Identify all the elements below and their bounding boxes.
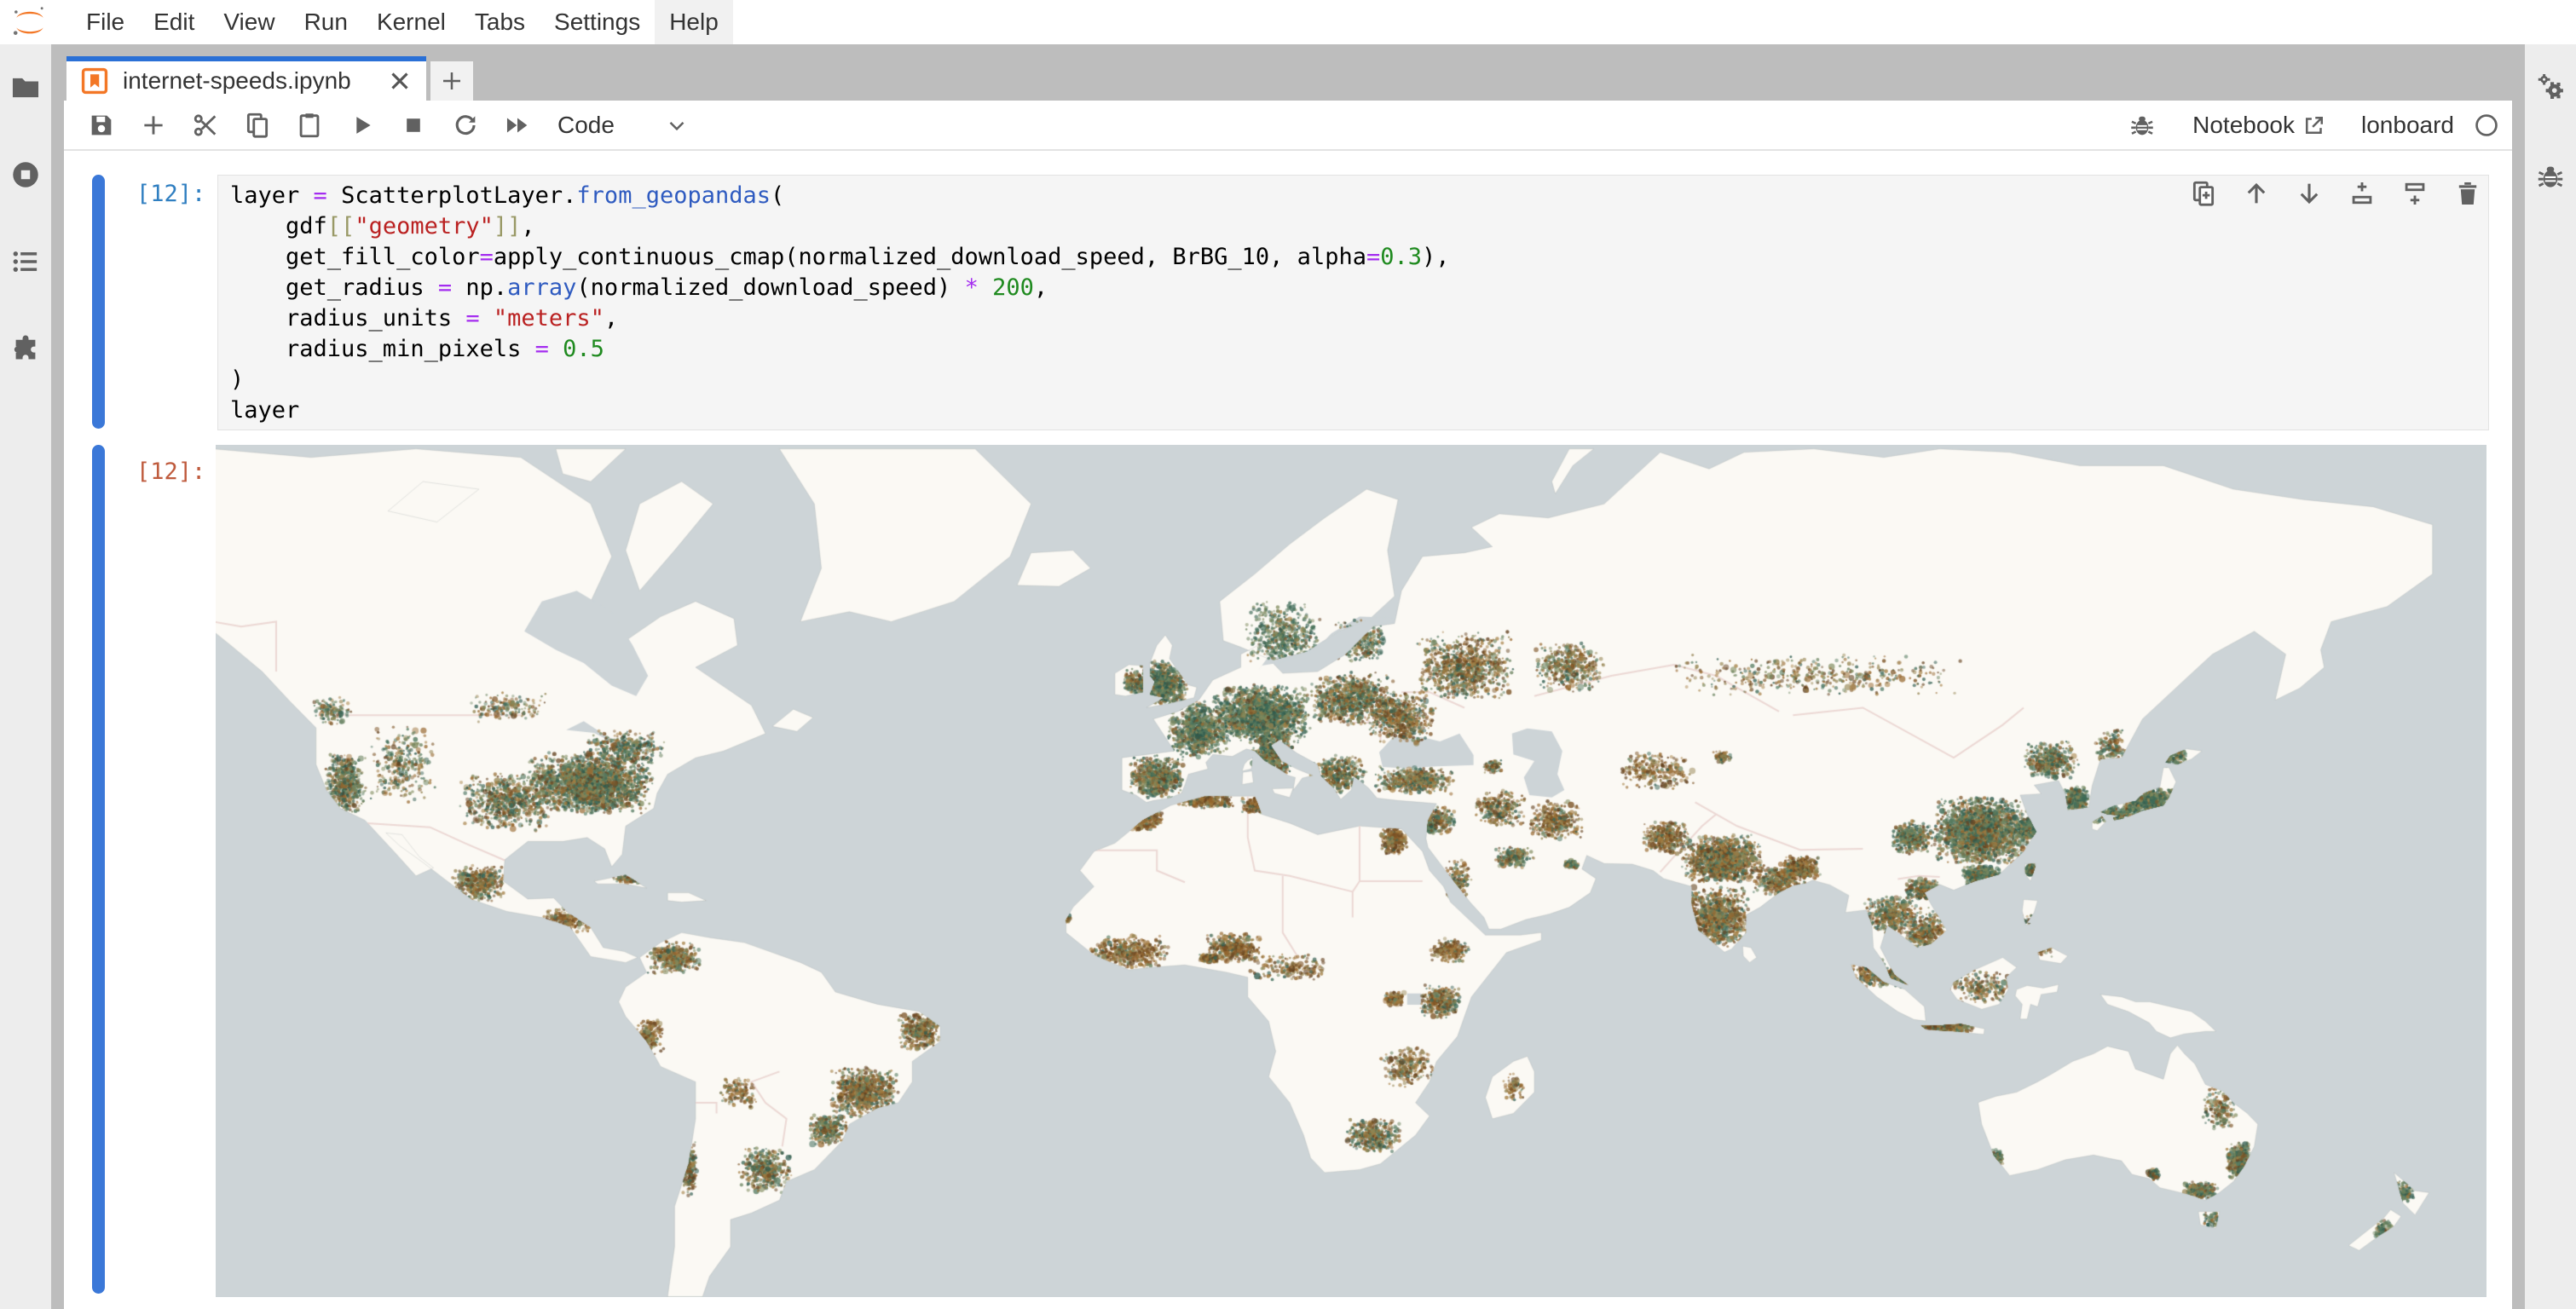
debugger-bug-icon[interactable] [2128, 111, 2157, 140]
move-down-button[interactable] [2295, 179, 2324, 208]
paste-button[interactable] [295, 111, 324, 140]
insert-above-button[interactable] [2348, 179, 2377, 208]
output-collapser[interactable] [92, 445, 105, 1294]
restart-button[interactable] [451, 111, 480, 140]
menu-file[interactable]: File [72, 0, 139, 44]
fast-forward-button[interactable] [503, 111, 532, 140]
left-sidebar-divider[interactable] [51, 44, 64, 1309]
kernel-name[interactable]: lonboard [2361, 112, 2454, 139]
cut-button[interactable] [191, 111, 220, 140]
cell-action-toolbar [2189, 179, 2482, 208]
copy-button[interactable] [243, 111, 272, 140]
menu-bar: FileEditViewRunKernelTabsSettingsHelp [0, 0, 2576, 44]
folder-icon[interactable] [9, 72, 42, 104]
right-sidebar-divider[interactable] [2512, 44, 2525, 1309]
insert-below-button[interactable] [2400, 179, 2429, 208]
duplicate-button[interactable] [2189, 179, 2218, 208]
jupyter-logo [12, 3, 48, 41]
save-button[interactable] [87, 111, 116, 140]
move-up-button[interactable] [2242, 179, 2271, 208]
cell-type-value: Code [557, 112, 615, 139]
tab-internet-speeds[interactable]: internet-speeds.ipynb [66, 56, 426, 101]
world-scatterplot-map[interactable] [216, 445, 2486, 1297]
extensions-icon[interactable] [9, 332, 42, 365]
right-sidebar [2525, 44, 2576, 1309]
menu-view[interactable]: View [209, 0, 289, 44]
menu-help[interactable]: Help [655, 0, 733, 44]
menu-edit[interactable]: Edit [139, 0, 209, 44]
close-icon[interactable] [385, 66, 414, 95]
kernel-mode-label: Notebook [2192, 112, 2295, 139]
input-collapser[interactable] [92, 175, 105, 429]
debugger-icon[interactable] [2534, 160, 2567, 193]
new-tab-button[interactable] [430, 61, 473, 101]
notebook-toolbar: Code Notebook lonboard [64, 101, 2512, 151]
menu-run[interactable]: Run [290, 0, 362, 44]
external-link-icon[interactable] [2302, 112, 2327, 138]
stop-button[interactable] [399, 111, 428, 140]
menu-items: FileEditViewRunKernelTabsSettingsHelp [72, 0, 733, 44]
kernel-status-icon[interactable] [2473, 112, 2500, 139]
menu-kernel[interactable]: Kernel [362, 0, 460, 44]
menu-tabs[interactable]: Tabs [460, 0, 540, 44]
code-editor[interactable]: layer = ScatterplotLayer.from_geopandas(… [217, 175, 2489, 430]
running-icon[interactable] [9, 159, 42, 191]
delete-button[interactable] [2453, 179, 2482, 208]
toolbar-right-group: Notebook lonboard [2105, 111, 2502, 140]
run-button[interactable] [347, 111, 376, 140]
chevron-down-icon [664, 112, 690, 138]
tab-bar: internet-speeds.ipynb [64, 44, 2512, 101]
property-inspector-icon[interactable] [2534, 72, 2567, 104]
menu-settings[interactable]: Settings [540, 0, 655, 44]
toc-icon[interactable] [9, 245, 42, 278]
code-text: layer = ScatterplotLayer.from_geopandas(… [230, 181, 2488, 426]
cell-type-dropdown[interactable]: Code [557, 112, 690, 139]
left-sidebar [0, 44, 51, 1309]
notebook-file-icon [80, 66, 109, 95]
lonboard-map-output[interactable] [216, 445, 2486, 1297]
add-button[interactable] [139, 111, 168, 140]
tab-title: internet-speeds.ipynb [123, 67, 351, 95]
